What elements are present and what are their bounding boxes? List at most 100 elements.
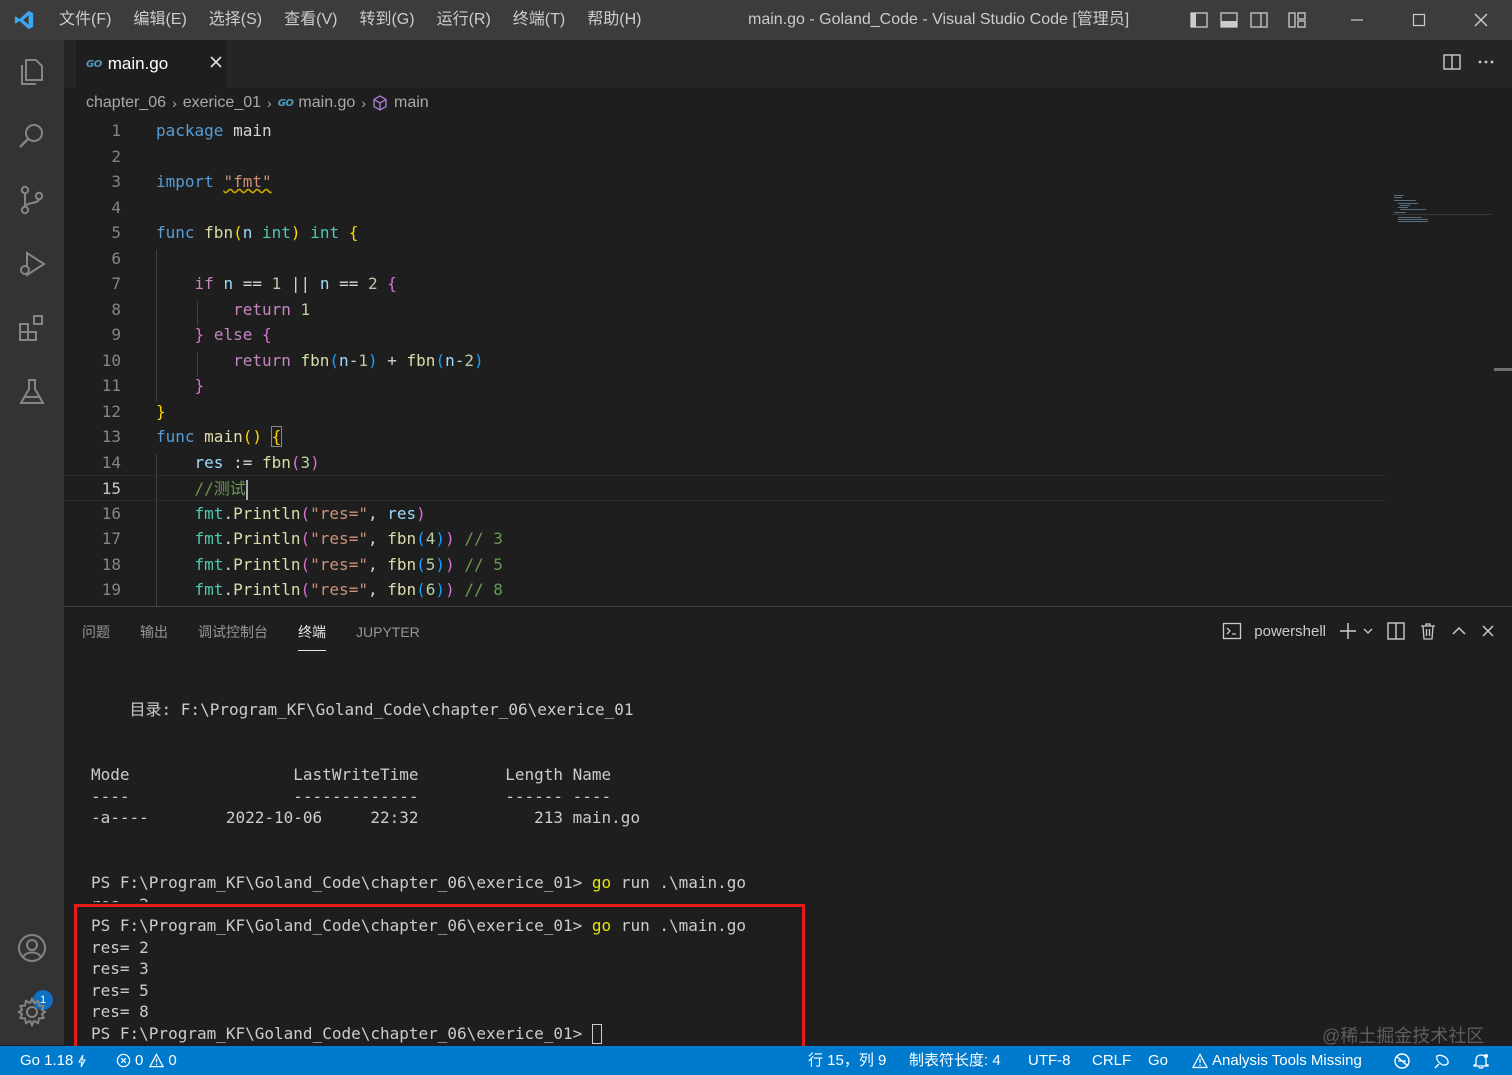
watermark: @稀土掘金技术社区 xyxy=(1322,1026,1485,1046)
tab-size[interactable]: 制表符长度: 4 xyxy=(909,1046,1001,1075)
live-share-icon[interactable] xyxy=(1392,1046,1412,1075)
minimap[interactable] xyxy=(1392,194,1492,234)
text-cursor xyxy=(245,479,248,500)
tab-jupyter[interactable]: JUPYTER xyxy=(356,607,420,653)
editor-actions xyxy=(1442,52,1496,77)
code-line: 1 package main xyxy=(111,121,272,140)
more-actions-icon[interactable] xyxy=(1476,52,1496,77)
warning-icon xyxy=(149,1053,165,1068)
code-line: 18 fmt.Println("res=", fbn(5)) // 5 xyxy=(101,554,503,574)
minimize-button[interactable] xyxy=(1326,0,1388,40)
explorer-icon[interactable] xyxy=(0,44,64,100)
toggle-primary-sidebar-icon[interactable] xyxy=(1184,0,1214,40)
split-editor-icon[interactable] xyxy=(1442,52,1462,77)
notifications-bell-icon[interactable] xyxy=(1472,1046,1490,1075)
maximize-panel-chevron-up-icon[interactable] xyxy=(1450,622,1468,640)
go-file-icon: GO xyxy=(86,58,102,70)
code-line: 8 return 1 xyxy=(111,299,311,319)
terminal-command-line: PS F:\Program_KF\Goland_Code\chapter_06\… xyxy=(91,873,747,892)
extensions-icon[interactable] xyxy=(0,300,64,356)
tab-output[interactable]: 输出 xyxy=(140,607,168,653)
menu-edit[interactable]: 编辑(E) xyxy=(122,0,197,40)
testing-icon[interactable] xyxy=(0,364,64,420)
code-line: 3 import "fmt" xyxy=(111,172,272,191)
tab-problems[interactable]: 问题 xyxy=(82,607,110,653)
code-line: 7 if n == 1 || n == 2 { xyxy=(111,274,397,293)
panel-tabs: 问题 输出 调试控制台 终端 JUPYTER xyxy=(82,607,450,653)
activity-bar: 1 xyxy=(0,40,64,1045)
end-of-line[interactable]: CRLF xyxy=(1092,1046,1131,1075)
manage-gear-icon[interactable] xyxy=(0,984,64,1040)
title-bar: 文件(F) 编辑(E) 选择(S) 查看(V) 转到(G) 运行(R) 终端(T… xyxy=(0,0,1512,40)
menu-file[interactable]: 文件(F) xyxy=(48,0,122,40)
breadcrumb-file[interactable]: main.go xyxy=(298,94,355,112)
close-panel-icon[interactable] xyxy=(1480,623,1496,639)
code-line: 17 fmt.Println("res=", fbn(4)) // 3 xyxy=(101,529,503,548)
go-version[interactable]: Go 1.18 xyxy=(20,1046,87,1075)
tab-main-go[interactable]: GO main.go xyxy=(76,40,226,88)
code-line: 14 res := fbn(3) xyxy=(101,452,320,472)
editor-tabs: GO main.go xyxy=(64,40,1512,88)
terminal-shell-icon xyxy=(1222,621,1242,641)
code-line: 11 } xyxy=(101,376,205,395)
code-editor[interactable]: 1 package main 2 3 import "fmt" 4 5 func fb… xyxy=(64,118,1512,606)
breadcrumb: chapter_06 › exerice_01 › GO main.go › m… xyxy=(86,90,429,116)
chevron-down-icon[interactable] xyxy=(1362,625,1374,637)
close-window-button[interactable] xyxy=(1450,0,1512,40)
menu-terminal[interactable]: 终端(T) xyxy=(502,0,576,40)
language-mode[interactable]: Go xyxy=(1148,1046,1168,1075)
menu-go[interactable]: 转到(G) xyxy=(348,0,425,40)
encoding[interactable]: UTF-8 xyxy=(1028,1046,1071,1075)
run-debug-icon[interactable] xyxy=(0,236,64,292)
terminal-line: ---- ------------- ------ ---- xyxy=(91,786,612,806)
lightning-icon xyxy=(77,1054,87,1068)
terminal-line: -a---- 2022-10-06 22:32 213 main.go xyxy=(91,808,641,827)
menu-run[interactable]: 运行(R) xyxy=(426,0,502,40)
code-line: 6 xyxy=(111,248,121,268)
error-icon xyxy=(116,1053,131,1068)
analysis-tools-status[interactable]: Analysis Tools Missing xyxy=(1192,1046,1362,1075)
close-tab-icon[interactable] xyxy=(208,54,224,70)
cursor-position[interactable]: 行 15，列 9 xyxy=(808,1046,886,1075)
accounts-icon[interactable] xyxy=(0,920,64,976)
tab-terminal[interactable]: 终端 xyxy=(298,607,326,653)
breadcrumb-symbol[interactable]: main xyxy=(394,94,429,112)
code-line: 10 return fbn(n-1) + fbn(n-2) xyxy=(101,350,484,370)
source-control-icon[interactable] xyxy=(0,172,64,228)
tab-label: main.go xyxy=(107,54,169,73)
code-line: 13 func main() { xyxy=(101,426,283,447)
toggle-panel-icon[interactable] xyxy=(1214,0,1244,40)
terminal-shell-name[interactable]: powershell xyxy=(1254,623,1326,640)
problems-status[interactable]: 0 0 xyxy=(116,1046,177,1075)
code-line: 9 } else { xyxy=(111,325,272,344)
title-controls xyxy=(1184,0,1512,40)
code-line: 4 xyxy=(111,197,121,217)
code-line: 2 xyxy=(111,146,121,166)
maximize-button[interactable] xyxy=(1388,0,1450,40)
terminal-line: 目录: F:\Program_KF\Goland_Code\chapter_06… xyxy=(91,700,634,719)
symbol-method-icon xyxy=(372,95,388,111)
breadcrumb-folder-chapter[interactable]: chapter_06 xyxy=(86,94,166,112)
search-icon[interactable] xyxy=(0,108,64,164)
feedback-icon[interactable] xyxy=(1432,1046,1452,1075)
vscode-logo-icon[interactable] xyxy=(0,0,48,40)
chevron-right-icon: › xyxy=(267,95,272,111)
chevron-right-icon: › xyxy=(172,95,177,111)
breadcrumb-folder-exerice[interactable]: exerice_01 xyxy=(183,94,261,112)
menu-view[interactable]: 查看(V) xyxy=(273,0,348,40)
tab-debug-console[interactable]: 调试控制台 xyxy=(198,607,268,653)
menu-help[interactable]: 帮助(H) xyxy=(576,0,652,40)
menu-bar: 文件(F) 编辑(E) 选择(S) 查看(V) 转到(G) 运行(R) 终端(T… xyxy=(48,0,652,40)
toggle-secondary-sidebar-icon[interactable] xyxy=(1244,0,1274,40)
split-terminal-icon[interactable] xyxy=(1386,621,1406,641)
customize-layout-icon[interactable] xyxy=(1282,0,1312,40)
kill-terminal-trash-icon[interactable] xyxy=(1418,621,1438,641)
code-line-current: 15 //测试 xyxy=(64,475,1386,501)
editor-scrollbar-thumb[interactable] xyxy=(1494,368,1512,371)
code-line: 16 fmt.Println("res=", res) xyxy=(101,503,426,523)
code-line: 12} xyxy=(101,401,166,421)
code-line: 5 func fbn(n int) int { xyxy=(111,223,359,242)
new-terminal-icon[interactable] xyxy=(1338,621,1358,641)
window-title: main.go - Goland_Code - Visual Studio Co… xyxy=(748,11,1130,28)
menu-selection[interactable]: 选择(S) xyxy=(198,0,273,40)
